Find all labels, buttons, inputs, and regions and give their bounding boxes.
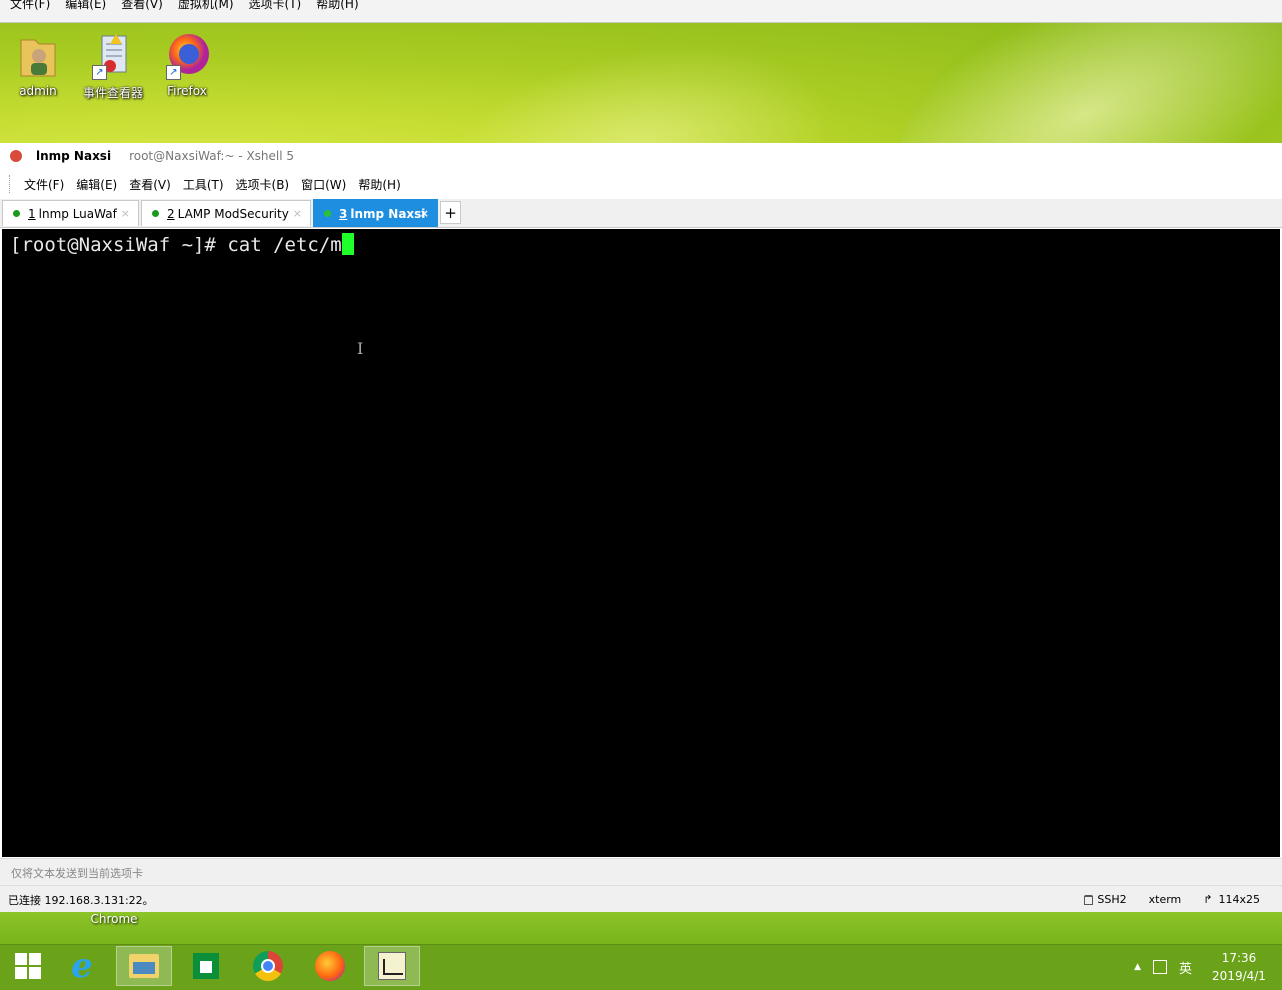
menu-edit[interactable]: 编辑(E) [70, 176, 123, 193]
terminal-cursor [341, 233, 354, 255]
tab-close-icon[interactable]: × [420, 207, 429, 220]
desktop-icon-label: Firefox [167, 84, 207, 98]
status-bar: 已连接 192.168.3.131:22。 SSH2 xterm ↱ 114x25 [0, 885, 1282, 913]
menu-window[interactable]: 窗口(W) [295, 176, 352, 193]
desktop-icon-firefox[interactable]: ↗ Firefox [152, 30, 222, 98]
vm-menu-tabs[interactable]: 选项卡(T) [244, 0, 307, 10]
taskbar-firefox[interactable] [302, 946, 358, 986]
chrome-icon [253, 951, 283, 981]
vm-menu-vm[interactable]: 虚拟机(M) [173, 0, 239, 10]
user-folder-icon [15, 30, 61, 80]
window-subtitle: root@NaxsiWaf:~ - Xshell 5 [129, 149, 295, 163]
tab-label: lnmp LuaWaf [38, 206, 117, 221]
taskbar: e ▲ 英 17:36 2019/4/1 [0, 944, 1282, 990]
tab-label: LAMP ModSecurity [177, 206, 289, 221]
tab-session-3[interactable]: 3 lnmp Naxsi × [313, 199, 438, 227]
lock-icon [1084, 894, 1094, 905]
terminal-area[interactable]: [root@NaxsiWaf ~]# cat /etc/m I [2, 229, 1280, 857]
system-tray: ▲ 英 17:36 2019/4/1 [1134, 945, 1282, 989]
desktop-icon-label-chrome[interactable]: Chrome [84, 912, 144, 926]
desktop-icon-event-viewer[interactable]: ↗ 事件查看器 [78, 30, 148, 101]
network-icon[interactable] [1152, 960, 1167, 974]
event-viewer-icon: ↗ [90, 30, 136, 80]
connected-dot-icon [324, 210, 331, 217]
connected-dot-icon [13, 210, 20, 217]
tab-close-icon[interactable]: × [121, 207, 130, 220]
menu-tools[interactable]: 工具(T) [177, 176, 230, 193]
session-tab-bar: 1 lnmp LuaWaf × 2 LAMP ModSecurity × 3 l… [0, 199, 1282, 228]
ime-indicator[interactable]: 英 [1179, 958, 1192, 977]
protocol-status: SSH2 [1084, 893, 1127, 906]
menu-help[interactable]: 帮助(H) [352, 176, 406, 193]
tab-label: lnmp Naxsi [350, 206, 426, 221]
desktop-icon-label: admin [19, 84, 57, 98]
taskbar-xshell[interactable] [364, 946, 420, 986]
resize-icon: ↱ [1203, 893, 1213, 906]
show-hidden-icons-icon[interactable]: ▲ [1134, 962, 1141, 972]
desktop-strip [0, 912, 1282, 944]
title-bar[interactable]: lnmp Naxsi root@NaxsiWaf:~ - Xshell 5 [0, 143, 1282, 169]
menu-grip[interactable] [9, 175, 12, 193]
menu-tabs[interactable]: 选项卡(B) [230, 176, 296, 193]
internet-explorer-icon: e [71, 946, 93, 986]
desktop-icon-admin[interactable]: admin [3, 30, 73, 98]
taskbar-chrome[interactable] [240, 946, 296, 986]
vm-menubar: 文件(F) 编辑(E) 查看(V) 虚拟机(M) 选项卡(T) 帮助(H) [0, 0, 1282, 23]
tab-number: 1 [28, 206, 36, 221]
xshell-app-icon [10, 150, 22, 162]
terminal-type: xterm [1148, 893, 1182, 906]
xshell-window: lnmp Naxsi root@NaxsiWaf:~ - Xshell 5 文件… [0, 143, 1282, 913]
desktop-icon-label: 事件查看器 [82, 86, 143, 100]
new-tab-button[interactable]: + [440, 201, 461, 224]
tab-number: 3 [339, 206, 348, 221]
windows-store-icon [193, 953, 219, 979]
menu-bar: 文件(F) 编辑(E) 查看(V) 工具(T) 选项卡(B) 窗口(W) 帮助(… [0, 170, 1282, 198]
vm-menu-help[interactable]: 帮助(H) [311, 0, 363, 10]
menu-view[interactable]: 查看(V) [123, 176, 177, 193]
text-cursor-icon: I [357, 339, 364, 358]
desktop: admin ↗ 事件查看器 ↗ Firefox [0, 23, 1282, 143]
vm-menu-view[interactable]: 查看(V) [116, 0, 168, 10]
menu-file[interactable]: 文件(F) [18, 176, 70, 193]
terminal-line: [root@NaxsiWaf ~]# cat /etc/m [10, 234, 342, 256]
taskbar-file-explorer[interactable] [116, 946, 172, 986]
clock[interactable]: 17:36 2019/4/1 [1204, 949, 1274, 985]
tab-close-icon[interactable]: × [293, 207, 302, 220]
tab-session-2[interactable]: 2 LAMP ModSecurity × [141, 200, 311, 226]
windows-start-icon [15, 953, 41, 979]
firefox-icon: ↗ [164, 30, 210, 80]
vm-menu-edit[interactable]: 编辑(E) [60, 0, 111, 10]
taskbar-ie[interactable]: e [54, 946, 110, 986]
file-explorer-icon [129, 954, 159, 978]
vm-menu-file[interactable]: 文件(F) [5, 0, 55, 10]
clock-date: 2019/4/1 [1212, 969, 1266, 983]
connection-status: 已连接 192.168.3.131:22。 [8, 893, 154, 907]
clock-time: 17:36 [1221, 951, 1257, 965]
window-title: lnmp Naxsi [36, 149, 112, 163]
compose-bar[interactable]: 仅将文本发送到当前选项卡 [0, 858, 1282, 886]
xshell-icon [378, 952, 406, 980]
taskbar-store[interactable] [178, 946, 234, 986]
connected-dot-icon [152, 210, 159, 217]
tab-number: 2 [167, 206, 175, 221]
firefox-icon [315, 951, 345, 981]
start-button[interactable] [0, 946, 56, 986]
tab-session-1[interactable]: 1 lnmp LuaWaf × [2, 200, 139, 226]
terminal-size: ↱ 114x25 [1203, 893, 1260, 906]
compose-hint: 仅将文本发送到当前选项卡 [11, 866, 143, 880]
